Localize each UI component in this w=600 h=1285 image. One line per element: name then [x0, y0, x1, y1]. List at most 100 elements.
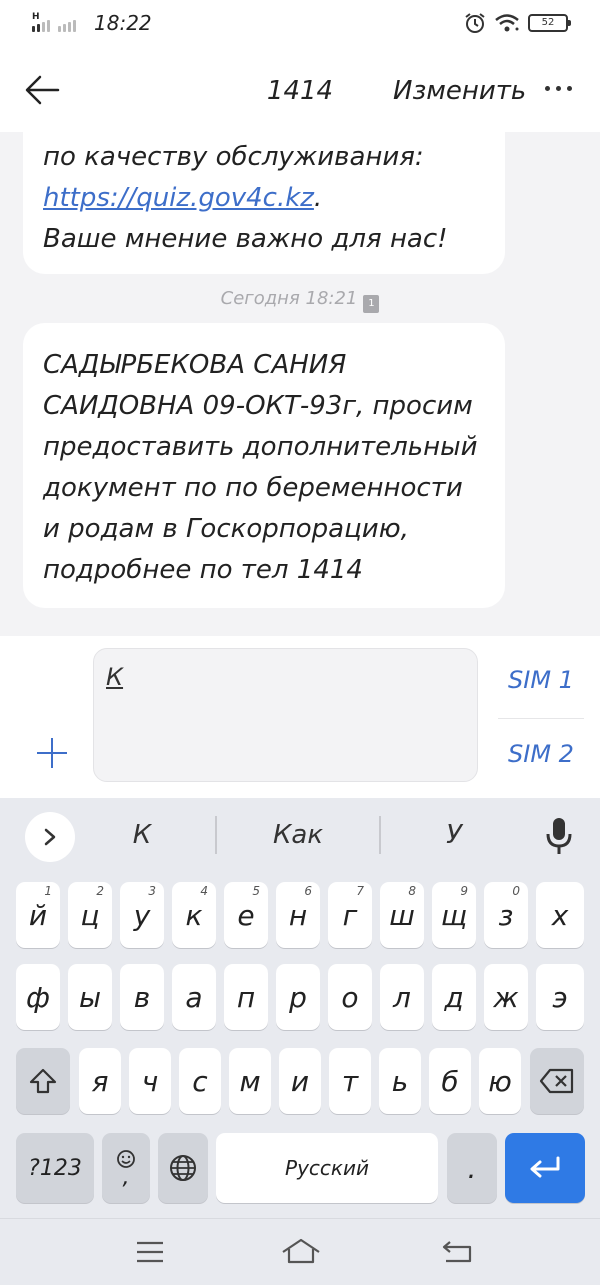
network-type: H	[32, 12, 40, 22]
symbols-key[interactable]: ?123	[16, 1133, 94, 1203]
key[interactable]: а	[172, 964, 216, 1030]
key[interactable]: ф	[16, 964, 60, 1030]
key[interactable]: д	[432, 964, 476, 1030]
compose-area: К SIM 1 SIM 2	[0, 636, 600, 798]
wifi-icon	[495, 14, 519, 32]
message-line: САИДОВНА 09-ОКТ-93г, просим	[43, 391, 473, 421]
key-label: н	[288, 898, 308, 932]
key[interactable]: п	[224, 964, 268, 1030]
home-icon[interactable]	[280, 1237, 322, 1265]
key[interactable]: в	[120, 964, 164, 1030]
key[interactable]: ь	[379, 1048, 421, 1114]
key-label: к	[185, 898, 203, 932]
key[interactable]: и	[279, 1048, 321, 1114]
send-sim2-button[interactable]: SIM 2	[496, 740, 586, 768]
sim-badge-icon: 1	[363, 295, 380, 313]
key-hint: 1	[44, 884, 52, 898]
key-hint: 7	[356, 884, 364, 898]
more-dots-icon[interactable]	[545, 86, 572, 91]
globe-key[interactable]	[158, 1133, 208, 1203]
message-line: САДЫРБЕКОВА САНИЯ	[43, 350, 347, 380]
suggestion-strip: К Как У	[0, 798, 600, 870]
key-label: й	[28, 898, 48, 932]
navigation-bar	[0, 1218, 600, 1285]
key-label: г	[342, 898, 358, 932]
key[interactable]: я	[79, 1048, 121, 1114]
alarm-icon	[465, 13, 485, 33]
key-hint: 2	[96, 884, 104, 898]
message-bubble[interactable]: по качеству обслуживания: https://quiz.g…	[23, 132, 505, 274]
key[interactable]: б	[429, 1048, 471, 1114]
period-key[interactable]: .	[447, 1133, 497, 1203]
key[interactable]: щ9	[432, 882, 476, 948]
send-sim1-button[interactable]: SIM 1	[496, 666, 586, 694]
chevron-right-icon[interactable]	[25, 812, 75, 862]
emoji-key[interactable]: ,	[102, 1133, 150, 1203]
arrow-left-icon[interactable]	[24, 74, 60, 106]
signal-icon: H	[32, 12, 88, 34]
sim-divider	[498, 718, 584, 719]
key[interactable]: м	[229, 1048, 271, 1114]
message-line: Ваше мнение важно для нас!	[43, 224, 448, 254]
key[interactable]: г7	[328, 882, 372, 948]
key-label: у	[133, 898, 151, 932]
key[interactable]: э	[536, 964, 584, 1030]
key-label: з	[498, 898, 514, 932]
key[interactable]: р	[276, 964, 320, 1030]
plus-icon[interactable]	[37, 738, 67, 768]
status-bar: H 18:22 52	[0, 0, 600, 50]
key-label: щ	[440, 898, 468, 932]
back-icon[interactable]	[440, 1239, 474, 1265]
battery-level: 52	[541, 17, 555, 28]
key[interactable]: х	[536, 882, 584, 948]
key-hint: 9	[460, 884, 468, 898]
key[interactable]: ю	[479, 1048, 521, 1114]
contact-title-text: 1414	[266, 76, 334, 106]
edit-button[interactable]: Изменить	[393, 76, 526, 106]
message-bubble[interactable]: САДЫРБЕКОВА САНИЯ САИДОВНА 09-ОКТ-93г, п…	[23, 323, 505, 608]
key[interactable]: у3	[120, 882, 164, 948]
key[interactable]: ш8	[380, 882, 424, 948]
suggestion-2[interactable]: Как	[230, 820, 366, 850]
key[interactable]: н6	[276, 882, 320, 948]
key-label: е	[237, 898, 255, 932]
suggestion-1[interactable]: К	[100, 820, 184, 850]
key[interactable]: ы	[68, 964, 112, 1030]
key[interactable]: т	[329, 1048, 371, 1114]
message-input[interactable]: К	[93, 648, 478, 782]
shift-key[interactable]	[16, 1048, 70, 1114]
message-list[interactable]: по качеству обслуживания: https://quiz.g…	[0, 132, 600, 636]
status-right: 52	[464, 12, 571, 34]
key-hint: 4	[200, 884, 208, 898]
key-hint: 6	[304, 884, 312, 898]
key[interactable]: е5	[224, 882, 268, 948]
key-hint: 3	[148, 884, 156, 898]
menu-icon[interactable]	[135, 1241, 165, 1263]
message-link[interactable]: https://quiz.gov4c.kz	[43, 183, 314, 213]
suggestion-3[interactable]: У	[394, 820, 514, 850]
backspace-key[interactable]	[530, 1048, 584, 1114]
message-line: и родам в Госкорпорацию,	[43, 514, 409, 544]
space-key[interactable]: Русский	[216, 1133, 438, 1203]
key-label: х	[551, 898, 569, 932]
key[interactable]: ц2	[68, 882, 112, 948]
key[interactable]: ж	[484, 964, 528, 1030]
status-time: 18:22	[94, 11, 152, 35]
key[interactable]: л	[380, 964, 424, 1030]
mic-icon[interactable]	[542, 816, 576, 856]
key[interactable]: о	[328, 964, 372, 1030]
suggestion-divider	[215, 816, 217, 854]
message-line: https://quiz.gov4c.kz.	[43, 178, 485, 219]
key[interactable]: з0	[484, 882, 528, 948]
key-hint: 0	[512, 884, 520, 898]
key[interactable]: к4	[172, 882, 216, 948]
backspace-icon	[539, 1068, 574, 1094]
status-left: H 18:22	[32, 12, 152, 34]
key[interactable]: й1	[16, 882, 60, 948]
enter-key[interactable]	[505, 1133, 585, 1203]
key-label: ц	[80, 898, 100, 932]
conversation-header: 1414 Изменить	[0, 50, 600, 132]
enter-icon	[530, 1156, 560, 1178]
key[interactable]: с	[179, 1048, 221, 1114]
key[interactable]: ч	[129, 1048, 171, 1114]
